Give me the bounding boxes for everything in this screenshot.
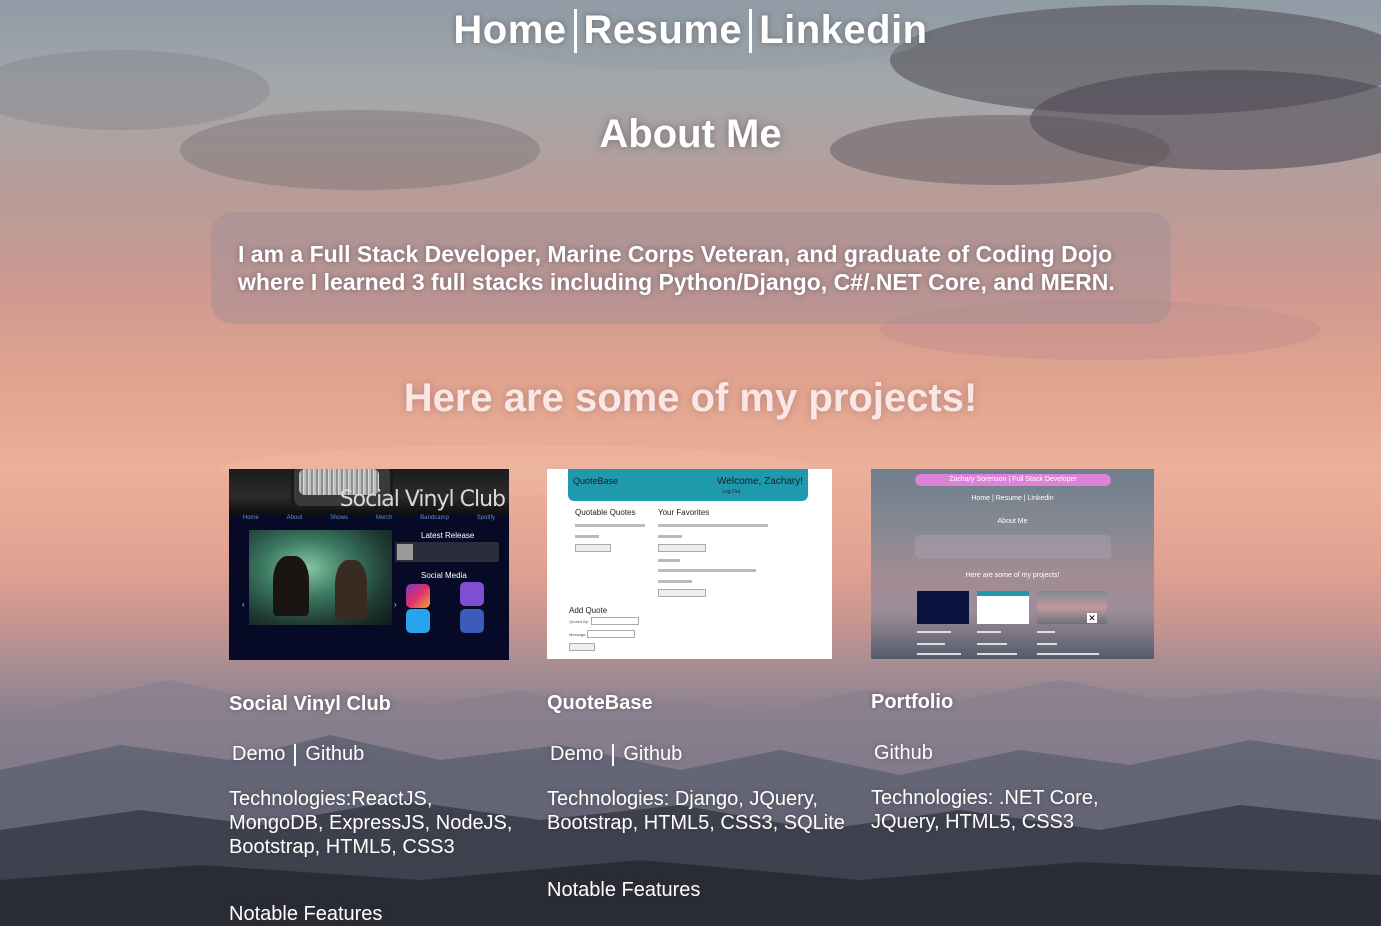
add-to-favorites-button — [575, 544, 611, 552]
twitter-icon — [406, 609, 430, 633]
album-art — [397, 544, 413, 560]
band-photo — [249, 530, 392, 625]
carousel-left-arrow-icon: ‹ — [242, 600, 245, 609]
latest-release-title: Latest Release — [421, 531, 475, 540]
social-vinyl-club-screenshot[interactable]: Social Vinyl Club Home About Shows Merch… — [229, 469, 509, 660]
project-technologies: Technologies: .NET Core, JQuery, HTML5, … — [871, 787, 1099, 833]
quotebase-header: QuoteBase Welcome, Zachary! Log Out — [568, 469, 808, 501]
message-input — [587, 630, 635, 638]
mini-text-line — [977, 643, 1007, 645]
nav-resume-link[interactable]: Resume — [580, 8, 747, 53]
project-links: Github — [874, 742, 933, 765]
message-label: Message: — [569, 632, 587, 637]
add-quote-title: Add Quote — [569, 606, 608, 615]
mini-thumb-quotebase — [977, 591, 1029, 624]
quotable-quotes-title: Quotable Quotes — [575, 508, 636, 517]
remove-from-favorites-button — [658, 544, 706, 552]
band-member-figure — [335, 560, 367, 620]
portfolio-about-box — [915, 535, 1111, 559]
instagram-icon — [406, 584, 430, 608]
demo-link[interactable]: Demo — [550, 743, 603, 766]
add-quote-button — [569, 643, 595, 651]
link-divider — [294, 743, 297, 766]
facebook-icon — [460, 609, 484, 633]
nav-divider — [573, 8, 577, 53]
welcome-text: Welcome, Zachary! — [717, 476, 803, 487]
nav-linkedin-link[interactable]: Linkedin — [755, 8, 931, 53]
svc-menu-item: Merch — [375, 515, 393, 521]
mini-thumb-svc — [917, 591, 969, 624]
svc-menu-item: Shows — [330, 515, 349, 521]
link-divider — [612, 743, 615, 766]
svc-menu: Home About Shows Merch Bandcamp Spotify — [229, 515, 509, 525]
mini-text-line — [977, 653, 1017, 655]
quote-line — [658, 524, 768, 527]
mini-text-line — [1037, 631, 1055, 633]
github-link[interactable]: Github — [874, 742, 933, 765]
quotebase-brand: QuoteBase — [573, 476, 619, 486]
nav-divider — [749, 8, 753, 53]
portfolio-about-heading: About Me — [997, 518, 1028, 525]
portfolio-projects-heading: Here are some of my projects! — [965, 572, 1060, 579]
project-links: Demo Github — [232, 743, 364, 766]
mini-text-line — [917, 643, 945, 645]
quote-line — [575, 524, 645, 527]
favorites-title: Your Favorites — [658, 508, 710, 517]
quote-line — [658, 580, 692, 583]
project-title: Portfolio — [871, 691, 954, 713]
top-nav: Home Resume Linkedin — [0, 8, 1381, 53]
svc-menu-item: About — [286, 515, 303, 521]
github-link[interactable]: Github — [623, 743, 682, 766]
quotebase-screenshot[interactable]: QuoteBase Welcome, Zachary! Log Out Quot… — [547, 469, 832, 659]
mini-text-line — [917, 631, 951, 633]
quoted-by-input — [591, 617, 639, 625]
mini-text-line — [1037, 643, 1057, 645]
portfolio-title-pill: Zachary Sorenson | Full Stack Developer — [915, 474, 1111, 486]
notable-features-heading: Notable Features — [229, 903, 383, 925]
band-member-figure — [273, 556, 309, 616]
project-technologies: Technologies: Django, JQuery, Bootstrap,… — [547, 788, 845, 834]
quoted-by-label: Quoted By: — [569, 619, 590, 624]
project-title: QuoteBase — [547, 692, 653, 714]
svc-menu-item: Spotify — [476, 515, 496, 521]
svc-menu-item: Home — [242, 515, 259, 521]
svc-menu-item: Bandcamp — [420, 515, 449, 521]
project-technologies: Technologies:ReactJS, MongoDB, ExpressJS… — [229, 788, 513, 858]
mini-text-line — [917, 653, 961, 655]
music-player — [395, 542, 499, 562]
logout-link: Log Out — [722, 489, 740, 495]
quote-line — [658, 535, 682, 538]
github-link[interactable]: Github — [305, 743, 364, 766]
close-icon: ✕ — [1087, 613, 1097, 623]
quote-line — [658, 559, 680, 562]
carousel-right-arrow-icon: › — [394, 600, 397, 609]
portfolio-nav: Home | Resume | Linkedin — [971, 495, 1054, 502]
quote-line — [658, 569, 756, 572]
svc-logo: Social Vinyl Club — [339, 487, 506, 512]
portfolio-screenshot[interactable]: Zachary Sorenson | Full Stack Developer … — [871, 469, 1154, 659]
about-heading: About Me — [599, 112, 782, 156]
about-box: I am a Full Stack Developer, Marine Corp… — [211, 212, 1171, 324]
social-media-title: Social Media — [421, 571, 467, 580]
project-title: Social Vinyl Club — [229, 693, 391, 715]
notable-features-heading: Notable Features — [547, 879, 701, 901]
mini-text-line — [1037, 653, 1099, 655]
projects-heading: Here are some of my projects! — [403, 376, 978, 420]
demo-link[interactable]: Demo — [232, 743, 285, 766]
quote-line — [575, 535, 599, 538]
mini-text-line — [977, 631, 1001, 633]
about-text: I am a Full Stack Developer, Marine Corp… — [238, 241, 1115, 295]
remove-from-favorites-button — [658, 589, 706, 597]
twitch-icon — [460, 582, 484, 606]
project-links: Demo Github — [550, 743, 682, 766]
nav-home-link[interactable]: Home — [449, 8, 570, 53]
